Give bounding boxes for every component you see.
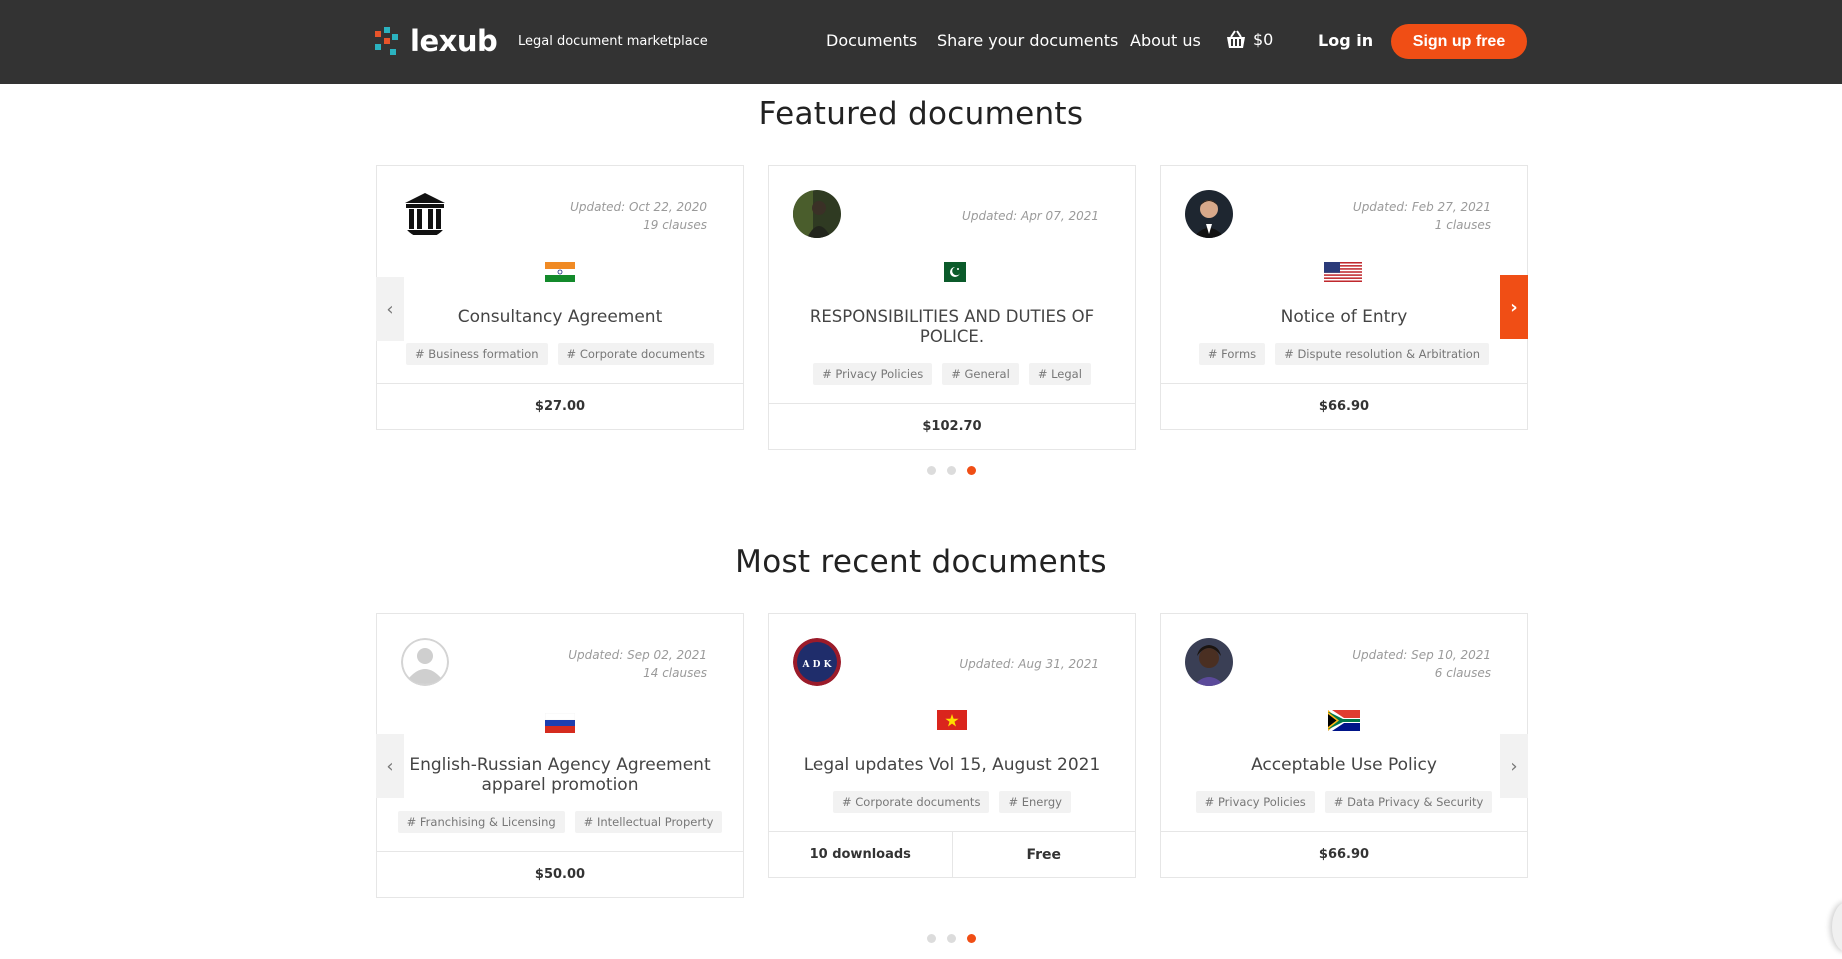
tag[interactable]: # Privacy Policies	[1195, 791, 1315, 813]
tag[interactable]: # General	[942, 363, 1019, 385]
default-user-icon	[401, 638, 449, 686]
updated-date: Updated: Sep 02, 2021	[568, 648, 707, 662]
firm-logo-text: A D K	[802, 660, 833, 670]
carousel-next-button[interactable]: ›	[1500, 275, 1528, 339]
carousel-dot[interactable]	[927, 466, 936, 475]
document-price: $66.90	[1161, 831, 1527, 877]
tag-list: # Forms # Dispute resolution & Arbitrati…	[1161, 343, 1527, 365]
document-footer: 10 downloads Free	[769, 831, 1135, 877]
recent-section-title: Most recent documents	[735, 544, 1107, 580]
tag[interactable]: # Dispute resolution & Arbitration	[1275, 343, 1490, 365]
download-count: 10 downloads	[809, 847, 911, 862]
signup-button[interactable]: Sign up free	[1391, 24, 1527, 59]
brand-name: lexub	[410, 24, 498, 58]
document-title[interactable]: RESPONSIBILITIES AND DUTIES OF POLICE.	[789, 307, 1115, 347]
basket-icon	[1227, 30, 1245, 48]
flag-russia-icon	[545, 713, 575, 733]
carousel-dot[interactable]	[947, 934, 956, 943]
carousel-pagination	[927, 466, 976, 475]
author-avatar	[1185, 190, 1233, 238]
flag-vietnam-icon	[937, 710, 967, 730]
updated-date: Updated: Sep 10, 2021	[1352, 648, 1491, 662]
document-meta: Updated: Feb 27, 2021 1 clauses	[1353, 198, 1491, 234]
tag[interactable]: # Legal	[1028, 363, 1091, 385]
tag-list: # Business formation # Corporate documen…	[377, 343, 743, 365]
updated-date: Updated: Apr 07, 2021	[962, 209, 1099, 223]
updated-date: Updated: Oct 22, 2020	[570, 200, 707, 214]
nav-share-documents[interactable]: Share your documents	[937, 31, 1118, 50]
clause-count: 14 clauses	[643, 666, 707, 680]
chat-widget-button[interactable]	[1832, 902, 1842, 952]
flag-south-africa-icon	[1328, 710, 1360, 731]
updated-date: Updated: Aug 31, 2021	[959, 657, 1099, 671]
tag[interactable]: # Corporate documents	[832, 791, 990, 813]
carousel-dot[interactable]	[927, 934, 936, 943]
document-price: $102.70	[769, 403, 1135, 449]
brand-tagline: Legal document marketplace	[518, 34, 708, 49]
tag[interactable]: # Intellectual Property	[574, 811, 723, 833]
nav-about-us[interactable]: About us	[1130, 31, 1201, 50]
flag-usa-icon	[1324, 262, 1362, 282]
carousel-pagination	[927, 934, 976, 943]
document-card[interactable]: Updated: Sep 10, 2021 6 clauses Acceptab…	[1160, 613, 1528, 878]
tag-list: # Corporate documents # Energy	[769, 791, 1135, 813]
document-title[interactable]: Consultancy Agreement	[397, 307, 723, 327]
document-title[interactable]: Acceptable Use Policy	[1181, 755, 1507, 775]
tag[interactable]: # Business formation	[406, 343, 548, 365]
document-meta: Updated: Oct 22, 2020 19 clauses	[570, 198, 707, 234]
document-card[interactable]: Updated: Apr 07, 2021 RESPONSIBILITIES A…	[768, 165, 1136, 450]
document-title[interactable]: English-Russian Agency Agreement apparel…	[397, 755, 723, 795]
document-meta: Updated: Sep 02, 2021 14 clauses	[568, 646, 707, 682]
tag-list: # Privacy Policies # Data Privacy & Secu…	[1161, 791, 1527, 813]
tag[interactable]: # Corporate documents	[557, 343, 714, 365]
cart-button[interactable]: $0	[1225, 30, 1273, 49]
carousel-next-button[interactable]: ›	[1500, 734, 1528, 798]
tag[interactable]: # Forms	[1198, 343, 1266, 365]
tag[interactable]: # Data Privacy & Security	[1324, 791, 1493, 813]
document-title[interactable]: Legal updates Vol 15, August 2021	[789, 755, 1115, 775]
carousel-prev-button[interactable]: ‹	[376, 734, 404, 798]
tag[interactable]: # Privacy Policies	[813, 363, 933, 385]
document-card[interactable]: Updated: Oct 22, 2020 19 clauses Consult…	[376, 165, 744, 430]
tag[interactable]: # Energy	[999, 791, 1071, 813]
document-meta: Updated: Apr 07, 2021	[962, 207, 1099, 225]
document-price: Free	[951, 832, 1136, 877]
document-title[interactable]: Notice of Entry	[1181, 307, 1507, 327]
flag-india-icon	[545, 262, 575, 282]
document-meta: Updated: Aug 31, 2021	[959, 655, 1099, 673]
carousel-dot-active[interactable]	[967, 466, 976, 475]
updated-date: Updated: Feb 27, 2021	[1352, 200, 1491, 214]
document-card[interactable]: Updated: Feb 27, 2021 1 clauses Notice o…	[1160, 165, 1528, 430]
flag-pakistan-icon	[944, 262, 966, 282]
login-link[interactable]: Log in	[1318, 31, 1373, 50]
featured-section-title: Featured documents	[758, 96, 1084, 132]
carousel-prev-button[interactable]: ‹	[376, 277, 404, 341]
nav-documents[interactable]: Documents	[826, 31, 917, 50]
institution-icon	[401, 190, 449, 238]
document-price: $66.90	[1161, 383, 1527, 429]
document-price: $27.00	[377, 383, 743, 429]
tag-list: # Franchising & Licensing # Intellectual…	[377, 811, 743, 833]
lexub-logo-icon	[375, 27, 399, 55]
carousel-dot[interactable]	[947, 466, 956, 475]
carousel-dot-active[interactable]	[967, 934, 976, 943]
document-card[interactable]: A D K Updated: Aug 31, 2021 Legal update…	[768, 613, 1136, 878]
brand-logo[interactable]: lexub	[375, 24, 498, 58]
top-navbar: lexub Legal document marketplace Documen…	[0, 0, 1842, 84]
document-meta: Updated: Sep 10, 2021 6 clauses	[1352, 646, 1491, 682]
clause-count: 6 clauses	[1434, 666, 1491, 680]
author-avatar	[1185, 638, 1233, 686]
author-avatar	[793, 190, 841, 238]
tag[interactable]: # Franchising & Licensing	[397, 811, 565, 833]
tag-list: # Privacy Policies # General # Legal	[769, 363, 1135, 385]
clause-count: 19 clauses	[643, 218, 707, 232]
document-card[interactable]: Updated: Sep 02, 2021 14 clauses English…	[376, 613, 744, 898]
firm-logo-avatar: A D K	[793, 638, 841, 686]
cart-amount: $0	[1253, 30, 1274, 49]
clause-count: 1 clauses	[1434, 218, 1491, 232]
document-price: $50.00	[377, 851, 743, 897]
